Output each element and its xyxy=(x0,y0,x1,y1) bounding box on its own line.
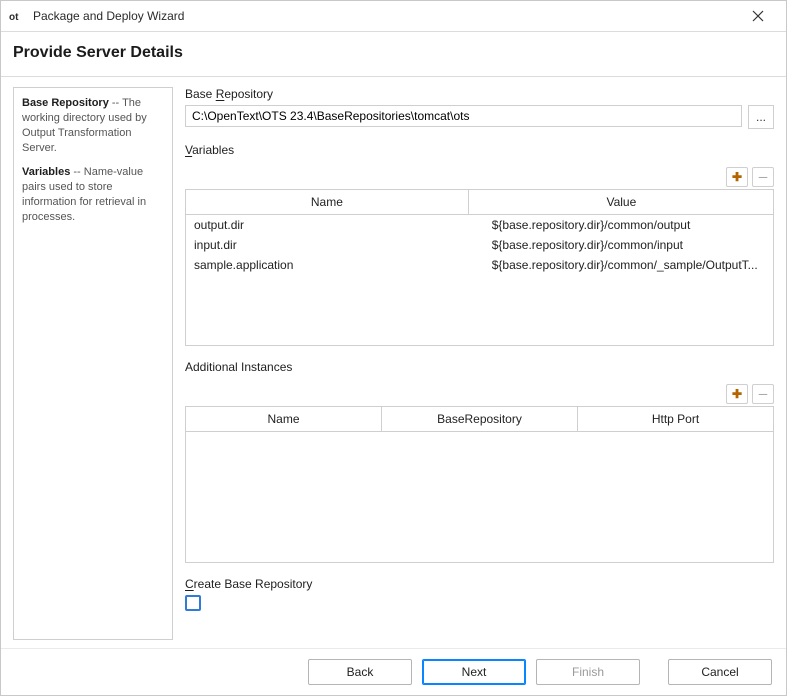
column-header-httpport[interactable]: Http Port xyxy=(578,407,773,431)
column-header-name[interactable]: Name xyxy=(186,407,382,431)
cancel-button[interactable]: Cancel xyxy=(668,659,772,685)
page-title: Provide Server Details xyxy=(13,44,774,62)
variables-table[interactable]: Name Value output.dir ${base.repository.… xyxy=(185,189,774,346)
next-button[interactable]: Next xyxy=(422,659,526,685)
create-base-row: Create Base Repository xyxy=(185,577,774,611)
variables-label: Variables xyxy=(185,143,774,157)
instances-toolbar: ✚ ─ xyxy=(185,384,774,404)
table-row[interactable]: sample.application ${base.repository.dir… xyxy=(186,255,773,275)
help-item: Base Repository -- The working directory… xyxy=(22,96,164,155)
variables-header: Name Value xyxy=(186,190,773,215)
title-bar: ot Package and Deploy Wizard xyxy=(1,1,786,32)
variables-toolbar: ✚ ─ xyxy=(185,167,774,187)
close-button[interactable] xyxy=(738,1,778,31)
wizard-window: ot Package and Deploy Wizard Provide Ser… xyxy=(0,0,787,696)
app-icon: ot xyxy=(9,8,25,24)
cell-name: input.dir xyxy=(186,238,484,252)
instances-body xyxy=(186,432,773,562)
back-button[interactable]: Back xyxy=(308,659,412,685)
add-instance-button[interactable]: ✚ xyxy=(726,384,748,404)
minus-icon: ─ xyxy=(759,171,768,183)
close-icon xyxy=(752,10,764,22)
plus-icon: ✚ xyxy=(732,171,742,183)
instances-label: Additional Instances xyxy=(185,360,774,374)
cell-name: output.dir xyxy=(186,218,484,232)
variables-body: output.dir ${base.repository.dir}/common… xyxy=(186,215,773,345)
create-base-checkbox[interactable] xyxy=(185,595,201,611)
instances-table[interactable]: Name BaseRepository Http Port xyxy=(185,406,774,563)
cell-name: sample.application xyxy=(186,258,484,272)
column-header-name[interactable]: Name xyxy=(186,190,469,214)
body: Base Repository -- The working directory… xyxy=(1,77,786,648)
remove-variable-button[interactable]: ─ xyxy=(752,167,774,187)
minus-icon: ─ xyxy=(759,388,768,400)
remove-instance-button[interactable]: ─ xyxy=(752,384,774,404)
variables-section: Variables ✚ ─ Name Value output.dir ${ba… xyxy=(185,143,774,346)
base-repo-label: Base Repository xyxy=(185,87,774,101)
instances-header: Name BaseRepository Http Port xyxy=(186,407,773,432)
plus-icon: ✚ xyxy=(732,388,742,400)
cell-value: ${base.repository.dir}/common/_sample/Ou… xyxy=(484,258,787,272)
instances-section: Additional Instances ✚ ─ Name BaseReposi… xyxy=(185,360,774,563)
help-panel: Base Repository -- The working directory… xyxy=(13,87,173,640)
add-variable-button[interactable]: ✚ xyxy=(726,167,748,187)
svg-text:ot: ot xyxy=(9,12,19,23)
table-row[interactable]: output.dir ${base.repository.dir}/common… xyxy=(186,215,773,235)
finish-button: Finish xyxy=(536,659,640,685)
column-header-baserepo[interactable]: BaseRepository xyxy=(382,407,578,431)
window-title: Package and Deploy Wizard xyxy=(33,9,184,23)
base-repo-input[interactable] xyxy=(185,105,742,127)
table-row[interactable]: input.dir ${base.repository.dir}/common/… xyxy=(186,235,773,255)
column-header-value[interactable]: Value xyxy=(469,190,774,214)
cell-value: ${base.repository.dir}/common/output xyxy=(484,218,787,232)
help-item: Variables -- Name-value pairs used to st… xyxy=(22,165,164,224)
main-panel: Base Repository ... Variables ✚ ─ Name xyxy=(185,87,774,640)
browse-button[interactable]: ... xyxy=(748,105,774,129)
cell-value: ${base.repository.dir}/common/input xyxy=(484,238,787,252)
create-base-label: Create Base Repository xyxy=(185,577,774,591)
banner: Provide Server Details xyxy=(1,32,786,77)
footer: Back Next Finish Cancel xyxy=(1,648,786,695)
